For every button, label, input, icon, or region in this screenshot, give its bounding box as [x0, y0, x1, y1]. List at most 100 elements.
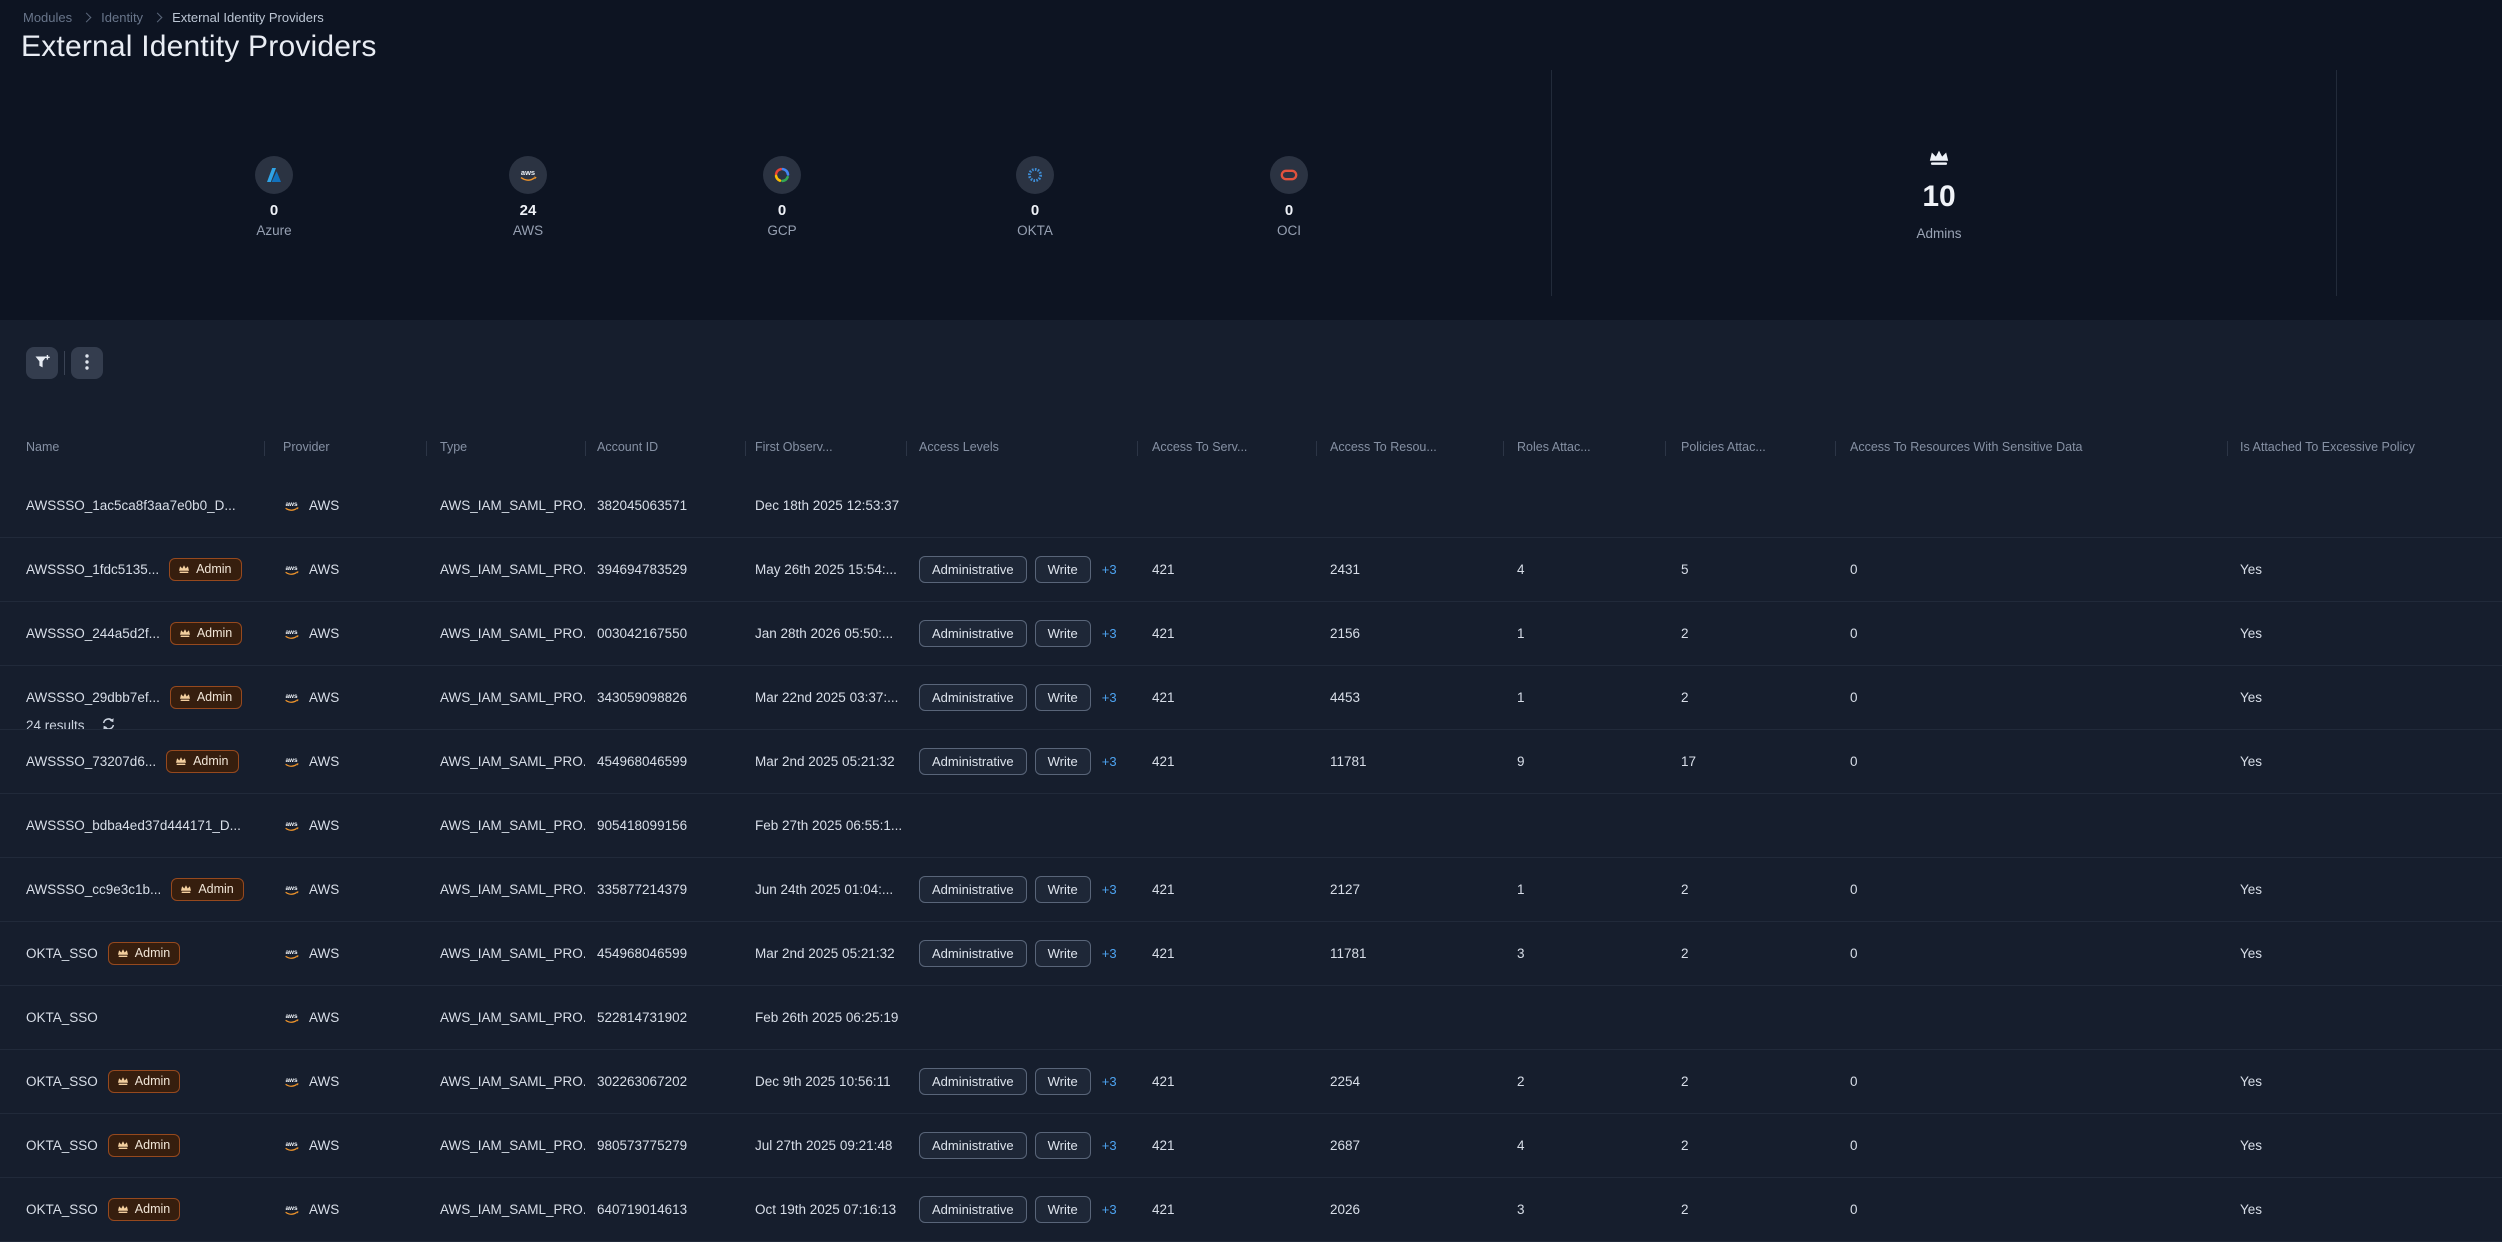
column-header-excessive-policy[interactable]: Is Attached To Excessive Policy — [2227, 440, 2502, 454]
account-id-cell: 302263067202 — [585, 1074, 745, 1089]
first-observed-cell: Jan 28th 2026 05:50:... — [745, 626, 906, 641]
table-row[interactable]: OKTA_SSOAdminawsAWSAWS_IAM_SAML_PRO...64… — [0, 1178, 2502, 1242]
column-header-account-id[interactable]: Account ID — [585, 440, 745, 454]
provider-name: OKTA_SSO — [26, 1074, 98, 1089]
roles-attached-cell: 2 — [1503, 1074, 1665, 1089]
access-level-chip: Write — [1035, 556, 1091, 583]
first-observed-cell: Jun 24th 2025 01:04:... — [745, 882, 906, 897]
table-row[interactable]: OKTA_SSOawsAWSAWS_IAM_SAML_PRO...5228147… — [0, 986, 2502, 1050]
more-access-levels[interactable]: +3 — [1102, 626, 1117, 641]
excessive-policy-cell: Yes — [2227, 946, 2502, 961]
column-header-access-levels[interactable]: Access Levels — [906, 440, 1137, 454]
column-header-first-observed[interactable]: First Observ... — [745, 440, 906, 454]
oci-icon — [1270, 156, 1308, 194]
crown-icon — [180, 884, 192, 894]
more-access-levels[interactable]: +3 — [1102, 946, 1117, 961]
stat-label: OCI — [1224, 223, 1354, 238]
table-row[interactable]: AWSSSO_29dbb7ef...AdminawsAWSAWS_IAM_SAM… — [0, 666, 2502, 730]
stats-divider — [1551, 70, 1552, 296]
more-options-button[interactable] — [71, 347, 103, 379]
access-level-chip: Administrative — [919, 748, 1027, 775]
access-to-resources-cell: 2431 — [1316, 562, 1503, 577]
first-observed-cell: Feb 26th 2025 06:25:19 — [745, 1010, 906, 1025]
crown-icon — [179, 628, 191, 638]
breadcrumb-item-current: External Identity Providers — [172, 10, 324, 25]
admin-badge-label: Admin — [135, 946, 170, 960]
table-row[interactable]: OKTA_SSOAdminawsAWSAWS_IAM_SAML_PRO...98… — [0, 1114, 2502, 1178]
column-header-type[interactable]: Type — [426, 440, 585, 454]
column-header-provider[interactable]: Provider — [264, 440, 426, 454]
access-to-services-cell: 421 — [1137, 1138, 1316, 1153]
svg-text:aws: aws — [285, 629, 298, 636]
name-cell: AWSSSO_bdba4ed37d444171_D... — [26, 818, 264, 833]
svg-text:aws: aws — [285, 821, 298, 828]
column-header-access-to-services[interactable]: Access To Serv... — [1137, 440, 1316, 454]
table-row[interactable]: AWSSSO_1fdc5135...AdminawsAWSAWS_IAM_SAM… — [0, 538, 2502, 602]
name-cell: AWSSSO_29dbb7ef...Admin — [26, 686, 264, 709]
column-header-roles-attached[interactable]: Roles Attac... — [1503, 440, 1665, 454]
table-row[interactable]: OKTA_SSOAdminawsAWSAWS_IAM_SAML_PRO...45… — [0, 922, 2502, 986]
breadcrumb-item-identity[interactable]: Identity — [101, 10, 143, 25]
svg-text:aws: aws — [285, 565, 298, 572]
provider-name: OKTA_SSO — [26, 946, 98, 961]
crown-icon — [117, 948, 129, 958]
table-row[interactable]: AWSSSO_244a5d2f...AdminawsAWSAWS_IAM_SAM… — [0, 602, 2502, 666]
provider-name: AWSSSO_29dbb7ef... — [26, 690, 160, 705]
svg-text:aws: aws — [285, 949, 298, 956]
first-observed-cell: Mar 22nd 2025 03:37:... — [745, 690, 906, 705]
access-levels-cell: AdministrativeWrite+3 — [906, 1196, 1137, 1223]
table-row[interactable]: AWSSSO_1ac5ca8f3aa7e0b0_D...awsAWSAWS_IA… — [0, 474, 2502, 538]
table-row[interactable]: AWSSSO_bdba4ed37d444171_D...awsAWSAWS_IA… — [0, 794, 2502, 858]
column-header-name[interactable]: Name — [26, 440, 264, 454]
table-body: AWSSSO_1ac5ca8f3aa7e0b0_D...awsAWSAWS_IA… — [0, 474, 2502, 1242]
more-access-levels[interactable]: +3 — [1102, 882, 1117, 897]
account-id-cell: 640719014613 — [585, 1202, 745, 1217]
more-access-levels[interactable]: +3 — [1102, 1202, 1117, 1217]
roles-attached-cell: 4 — [1503, 1138, 1665, 1153]
provider-name: AWSSSO_1fdc5135... — [26, 562, 159, 577]
stat-label: Azure — [209, 223, 339, 238]
crown-icon — [179, 692, 191, 702]
table-row[interactable]: AWSSSO_cc9e3c1b...AdminawsAWSAWS_IAM_SAM… — [0, 858, 2502, 922]
more-access-levels[interactable]: +3 — [1102, 754, 1117, 769]
svg-text:aws: aws — [285, 1013, 298, 1020]
first-observed-cell: Dec 18th 2025 12:53:37 — [745, 498, 906, 513]
more-access-levels[interactable]: +3 — [1102, 562, 1117, 577]
provider-cell: awsAWS — [264, 562, 426, 577]
policies-attached-cell: 2 — [1665, 1138, 1835, 1153]
stat-azure: 0 Azure — [209, 156, 339, 238]
column-header-sensitive-data[interactable]: Access To Resources With Sensitive Data — [1835, 440, 2227, 454]
admin-badge-label: Admin — [135, 1138, 170, 1152]
provider-name: AWSSSO_1ac5ca8f3aa7e0b0_D... — [26, 498, 236, 513]
more-access-levels[interactable]: +3 — [1102, 1138, 1117, 1153]
excessive-policy-cell: Yes — [2227, 690, 2502, 705]
admin-badge: Admin — [108, 1134, 180, 1157]
admin-badge-label: Admin — [197, 626, 232, 640]
svg-text:aws: aws — [285, 757, 298, 764]
page-title: External Identity Providers — [21, 30, 377, 64]
provider-cell: awsAWS — [264, 1074, 426, 1089]
crown-icon — [1928, 154, 1950, 171]
access-to-services-cell: 421 — [1137, 754, 1316, 769]
column-header-policies-attached[interactable]: Policies Attac... — [1665, 440, 1835, 454]
provider-cell: awsAWS — [264, 1138, 426, 1153]
table-row[interactable]: AWSSSO_73207d6...AdminawsAWSAWS_IAM_SAML… — [0, 730, 2502, 794]
filter-button[interactable] — [26, 347, 58, 379]
name-cell: AWSSSO_244a5d2f...Admin — [26, 622, 264, 645]
sensitive-data-cell: 0 — [1835, 1074, 2227, 1089]
stat-oci: 0 OCI — [1224, 156, 1354, 238]
more-access-levels[interactable]: +3 — [1102, 690, 1117, 705]
access-level-chip: Write — [1035, 748, 1091, 775]
policies-attached-cell: 17 — [1665, 754, 1835, 769]
svg-text:aws: aws — [285, 1141, 298, 1148]
table-row[interactable]: OKTA_SSOAdminawsAWSAWS_IAM_SAML_PRO...30… — [0, 1050, 2502, 1114]
breadcrumb-item-modules[interactable]: Modules — [23, 10, 72, 25]
aws-provider-icon: aws — [283, 755, 300, 769]
account-id-cell: 980573775279 — [585, 1138, 745, 1153]
name-cell: OKTA_SSO — [26, 1010, 264, 1025]
admin-badge: Admin — [169, 558, 241, 581]
more-access-levels[interactable]: +3 — [1102, 1074, 1117, 1089]
access-to-services-cell: 421 — [1137, 1202, 1316, 1217]
first-observed-cell: Mar 2nd 2025 05:21:32 — [745, 946, 906, 961]
column-header-access-to-resources[interactable]: Access To Resou... — [1316, 440, 1503, 454]
